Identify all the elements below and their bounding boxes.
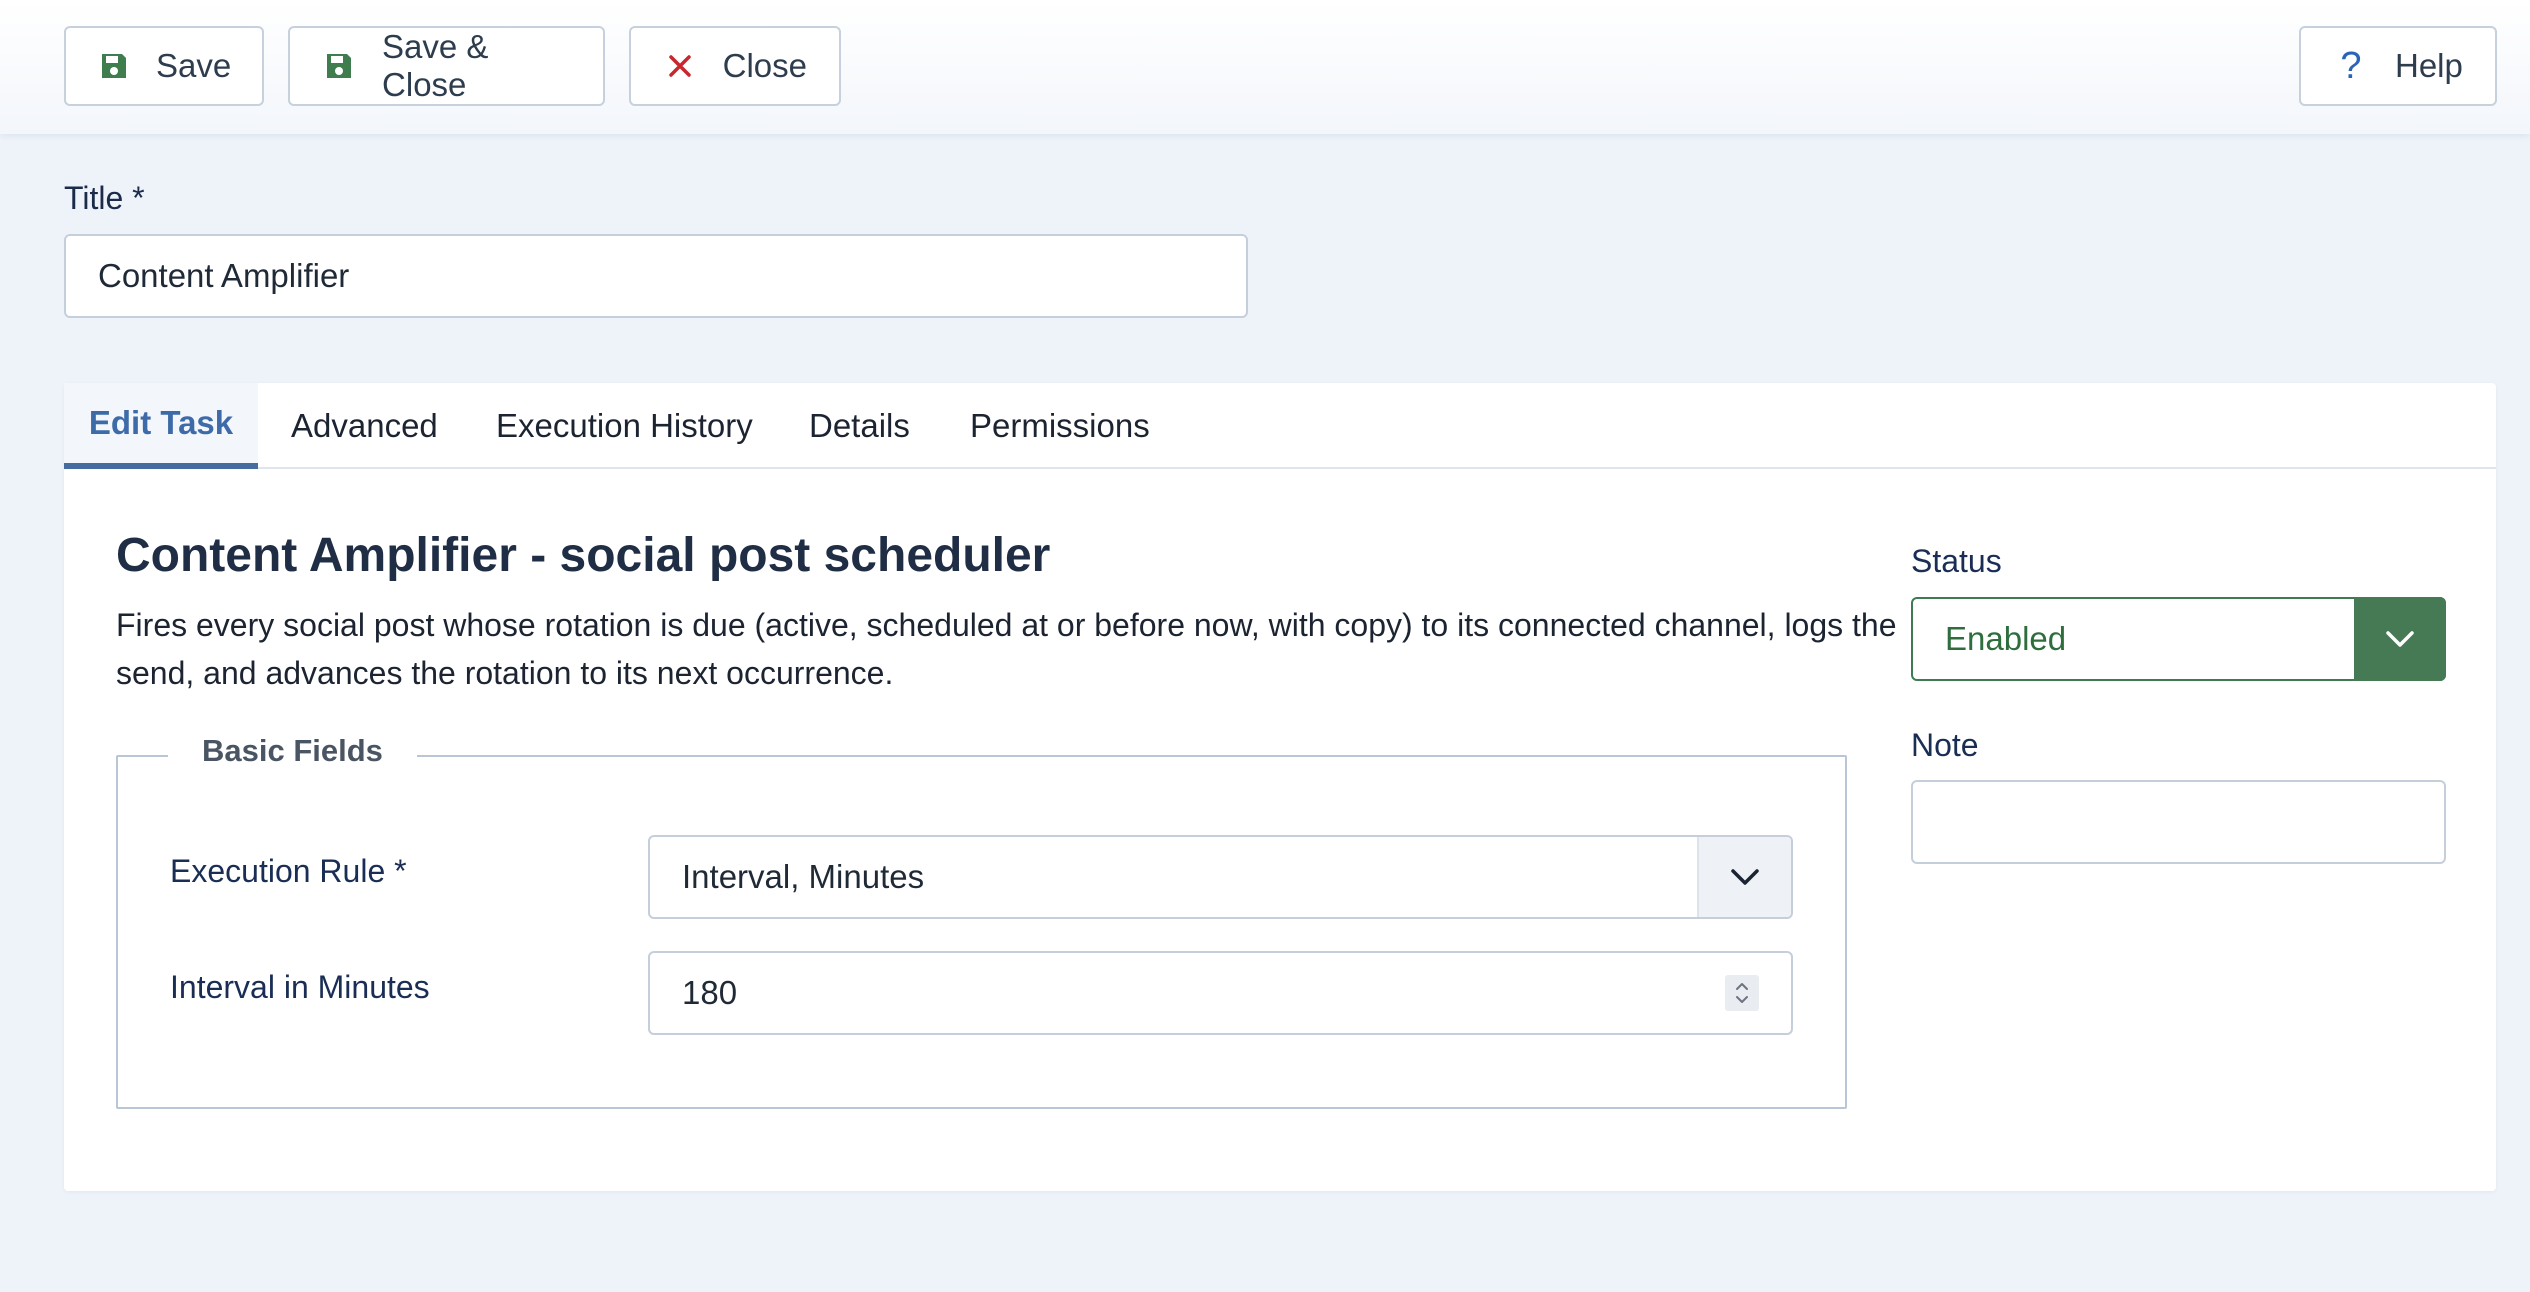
basic-fields-fieldset: Basic Fields Execution Rule * Interval, … <box>116 733 1847 1109</box>
floppy-disk-icon <box>322 48 356 84</box>
task-description: Fires every social post whose rotation i… <box>116 607 1897 691</box>
task-heading: Content Amplifier - social post schedule… <box>116 529 1051 582</box>
tab-edit-task[interactable]: Edit Task <box>64 383 258 469</box>
task-card: Edit Task Advanced Execution History Det… <box>64 383 2496 1191</box>
close-button[interactable]: Close <box>629 26 841 106</box>
help-button[interactable]: ? Help <box>2299 26 2497 106</box>
basic-fields-legend: Basic Fields <box>168 733 417 769</box>
save-close-button[interactable]: Save & Close <box>288 26 605 106</box>
tab-execution-history[interactable]: Execution History <box>496 383 753 469</box>
status-label: Status <box>1911 543 2002 579</box>
execution-rule-label: Execution Rule * <box>170 853 407 889</box>
spinner-arrows-icon[interactable] <box>1725 975 1759 1011</box>
execution-rule-value: Interval, Minutes <box>682 858 925 895</box>
tab-advanced[interactable]: Advanced <box>291 383 438 469</box>
help-button-label: Help <box>2395 47 2463 84</box>
interval-minutes-value: 180 <box>682 974 738 1011</box>
x-icon <box>663 48 697 84</box>
chevron-down-icon <box>2354 597 2446 681</box>
floppy-disk-icon <box>98 48 130 84</box>
save-button[interactable]: Save <box>64 26 264 106</box>
interval-minutes-input[interactable]: 180 <box>648 951 1793 1035</box>
chevron-down-icon <box>1697 837 1791 917</box>
title-input[interactable] <box>64 234 1248 318</box>
tab-bar: Edit Task Advanced Execution History Det… <box>64 383 2496 469</box>
question-mark-icon: ? <box>2340 44 2362 87</box>
execution-rule-select[interactable]: Interval, Minutes <box>648 835 1793 919</box>
status-value: Enabled <box>1945 620 2067 657</box>
note-input[interactable] <box>1911 780 2446 864</box>
save-close-button-label: Save & Close <box>382 28 489 103</box>
tab-details[interactable]: Details <box>809 383 910 469</box>
note-label: Note <box>1911 727 1979 763</box>
tab-permissions[interactable]: Permissions <box>970 383 1150 469</box>
title-label: Title * <box>64 180 145 216</box>
close-button-label: Close <box>722 47 807 84</box>
interval-minutes-label: Interval in Minutes <box>170 969 430 1005</box>
save-button-label: Save <box>156 47 232 84</box>
status-select[interactable]: Enabled <box>1911 597 2446 681</box>
toolbar: Save Save & Close Close ? Help <box>0 0 2530 134</box>
